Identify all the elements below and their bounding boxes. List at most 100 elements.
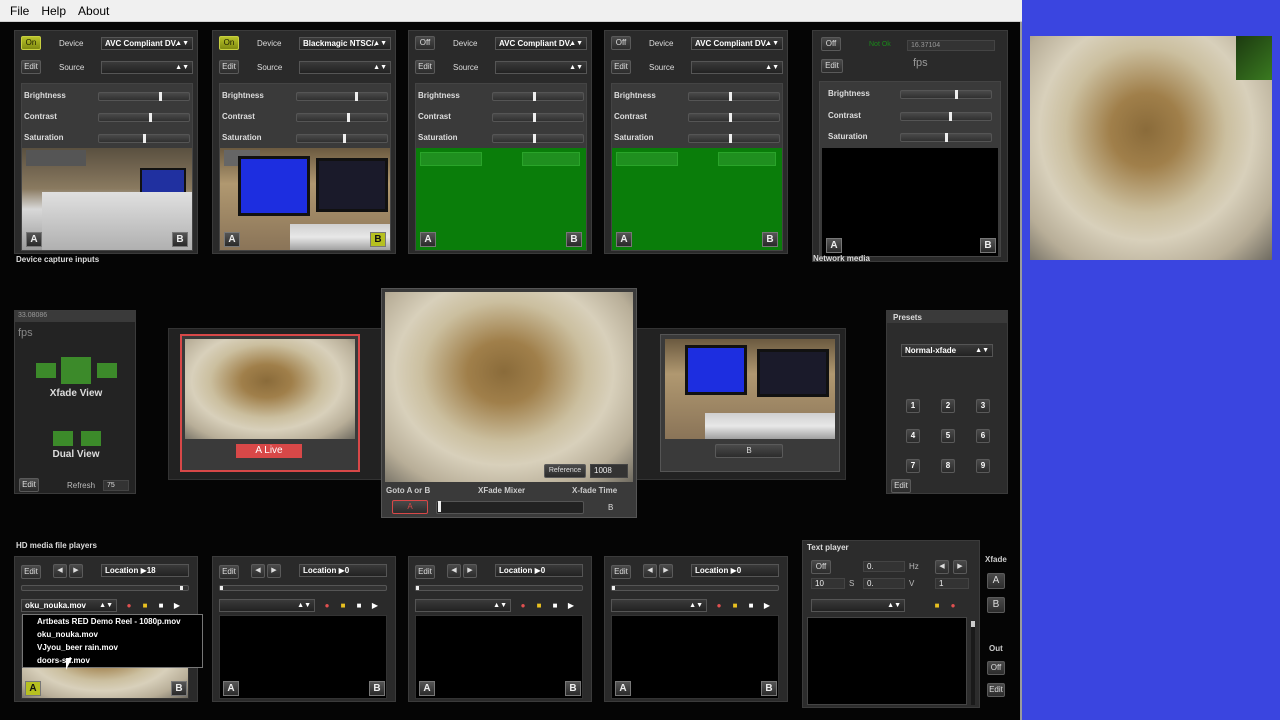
device-select[interactable]: AVC Compliant DV. ▲▼ — [691, 37, 783, 50]
capture-a-button[interactable]: A — [420, 232, 436, 247]
preset-button[interactable]: 2 — [941, 399, 955, 413]
device-select[interactable]: Blackmagic NTSC/. ▲▼ — [299, 37, 391, 50]
capture-a-button[interactable]: A — [616, 232, 632, 247]
saturation-slider[interactable] — [688, 134, 780, 143]
xfade-side-b-button[interactable]: B — [987, 597, 1005, 613]
media-edit-button[interactable]: Edit — [219, 565, 239, 579]
capture-b-button[interactable]: B — [370, 232, 386, 247]
record-icon[interactable]: ● — [947, 600, 959, 611]
capture-a-button[interactable]: A — [26, 232, 42, 247]
contrast-slider[interactable] — [98, 113, 190, 122]
text-source-select[interactable]: ▲▼ — [811, 599, 905, 612]
reference-button[interactable]: Reference — [544, 464, 586, 478]
network-edit-button[interactable]: Edit — [821, 59, 843, 73]
dropdown-item[interactable]: oku_nouka.mov — [23, 628, 202, 641]
capture-b-button[interactable]: B — [566, 232, 582, 247]
folder-icon[interactable]: ■ — [337, 600, 349, 611]
media-seek-slider[interactable] — [611, 585, 779, 591]
media-prev-icon[interactable]: ◀ — [447, 564, 461, 578]
media-file-select[interactable]: ▲▼ — [611, 599, 707, 612]
v-value[interactable]: 0. — [863, 578, 905, 589]
record-icon[interactable]: ● — [123, 600, 135, 611]
saturation-slider[interactable] — [492, 134, 584, 143]
goto-a-button[interactable]: A — [392, 500, 428, 514]
source-select[interactable]: ▲▼ — [495, 61, 587, 74]
xfade-time-value[interactable]: 1008 — [590, 464, 628, 478]
location-field[interactable]: Location ▶18 — [101, 564, 189, 577]
media-seek-slider[interactable] — [219, 585, 387, 591]
stop-icon[interactable]: ■ — [353, 600, 365, 611]
preset-button[interactable]: 9 — [976, 459, 990, 473]
menu-help[interactable]: Help — [35, 4, 72, 18]
v2-value[interactable]: 1 — [935, 578, 969, 589]
capture-a-button[interactable]: A — [224, 232, 240, 247]
media-file-select[interactable]: ▲▼ — [415, 599, 511, 612]
play-icon[interactable]: ▶ — [369, 600, 381, 611]
media-a-button[interactable]: A — [419, 681, 435, 696]
xfade-view-center-icon[interactable] — [61, 357, 91, 384]
hz-value[interactable]: 0. — [863, 561, 905, 572]
text-prev-icon[interactable]: ◀ — [935, 560, 949, 574]
preset-button[interactable]: 3 — [976, 399, 990, 413]
folder-icon[interactable]: ■ — [533, 600, 545, 611]
xfade-slider[interactable] — [436, 501, 584, 514]
media-next-icon[interactable]: ▶ — [463, 564, 477, 578]
out-edit-button[interactable]: Edit — [987, 683, 1005, 697]
folder-icon[interactable]: ■ — [931, 600, 943, 611]
media-prev-icon[interactable]: ◀ — [53, 564, 67, 578]
contrast-slider[interactable] — [492, 113, 584, 122]
capture-onoff-button[interactable]: On — [21, 36, 41, 50]
brightness-slider[interactable] — [492, 92, 584, 101]
folder-icon[interactable]: ■ — [729, 600, 741, 611]
record-icon[interactable]: ● — [713, 600, 725, 611]
device-select[interactable]: AVC Compliant DV. ▲▼ — [495, 37, 587, 50]
media-edit-button[interactable]: Edit — [611, 565, 631, 579]
saturation-slider[interactable] — [296, 134, 388, 143]
brightness-slider[interactable] — [900, 90, 992, 99]
media-next-icon[interactable]: ▶ — [267, 564, 281, 578]
media-a-button[interactable]: A — [615, 681, 631, 696]
xfade-side-a-button[interactable]: A — [987, 573, 1005, 589]
capture-b-button[interactable]: B — [762, 232, 778, 247]
capture-onoff-button[interactable]: On — [219, 36, 239, 50]
media-a-button[interactable]: A — [223, 681, 239, 696]
media-prev-icon[interactable]: ◀ — [643, 564, 657, 578]
preset-button[interactable]: 8 — [941, 459, 955, 473]
text-next-icon[interactable]: ▶ — [953, 560, 967, 574]
dropdown-item[interactable]: VJyou_beer rain.mov — [23, 641, 202, 654]
media-next-icon[interactable]: ▶ — [659, 564, 673, 578]
dual-view-right-icon[interactable] — [81, 431, 101, 446]
media-seek-slider[interactable] — [21, 585, 189, 591]
record-icon[interactable]: ● — [321, 600, 333, 611]
preset-button[interactable]: 6 — [976, 429, 990, 443]
goto-b-button[interactable]: B — [608, 503, 613, 512]
capture-onoff-button[interactable]: Off — [611, 36, 631, 50]
play-icon[interactable]: ▶ — [565, 600, 577, 611]
preset-button[interactable]: 5 — [941, 429, 955, 443]
location-field[interactable]: Location ▶0 — [691, 564, 779, 577]
device-select[interactable]: AVC Compliant DV. ▲▼ — [101, 37, 193, 50]
media-b-button[interactable]: B — [565, 681, 581, 696]
dropdown-item[interactable]: doors-sd.mov — [23, 654, 202, 667]
media-prev-icon[interactable]: ◀ — [251, 564, 265, 578]
stop-icon[interactable]: ■ — [745, 600, 757, 611]
media-file-select[interactable]: oku_nouka.mov ▲▼ — [21, 599, 117, 612]
contrast-slider[interactable] — [688, 113, 780, 122]
dual-view-left-icon[interactable] — [53, 431, 73, 446]
text-scrollbar[interactable] — [971, 621, 975, 705]
preset-button[interactable]: 7 — [906, 459, 920, 473]
source-select[interactable]: ▲▼ — [101, 61, 193, 74]
preset-button[interactable]: 4 — [906, 429, 920, 443]
presets-mode-select[interactable]: Normal-xfade ▲▼ — [901, 344, 993, 357]
b-preview-label[interactable]: B — [715, 444, 783, 458]
preset-button[interactable]: 1 — [906, 399, 920, 413]
location-field[interactable]: Location ▶0 — [495, 564, 583, 577]
play-icon[interactable]: ▶ — [761, 600, 773, 611]
network-a-button[interactable]: A — [826, 238, 842, 253]
capture-edit-button[interactable]: Edit — [219, 60, 239, 74]
media-b-button[interactable]: B — [171, 681, 187, 696]
media-file-select[interactable]: ▲▼ — [219, 599, 315, 612]
s-value[interactable]: 10 — [811, 578, 845, 589]
media-seek-slider[interactable] — [415, 585, 583, 591]
brightness-slider[interactable] — [296, 92, 388, 101]
